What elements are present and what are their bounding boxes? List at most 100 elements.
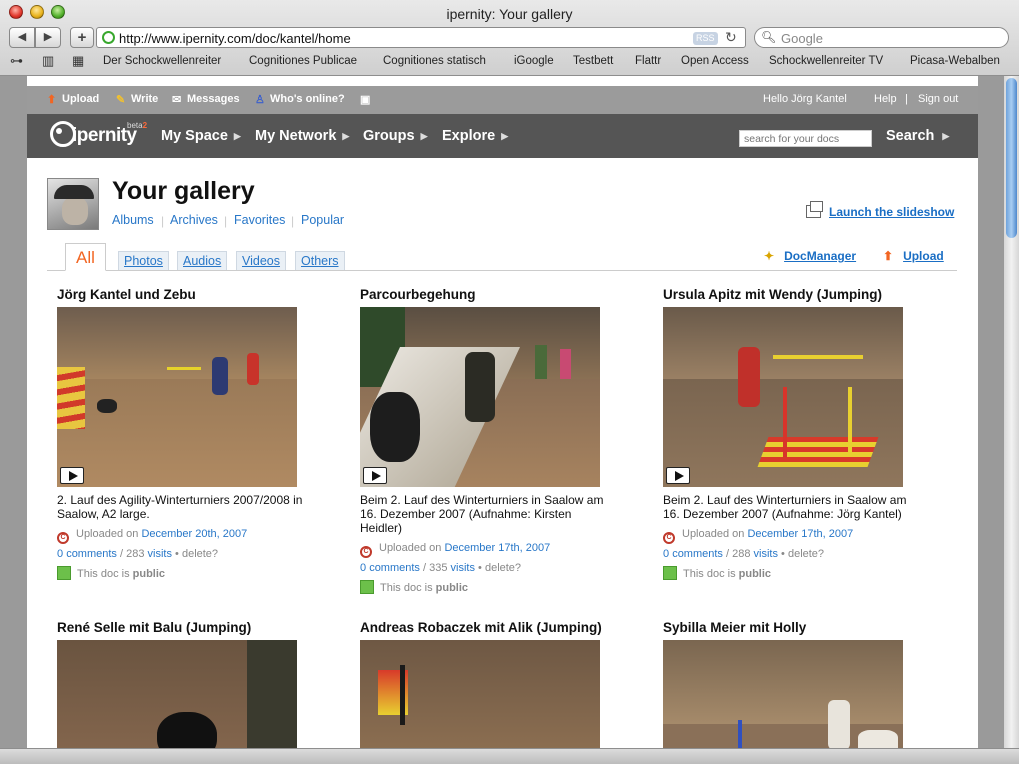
separator: | xyxy=(291,214,295,228)
doc-search-input[interactable] xyxy=(739,130,872,147)
visibility-info: This doc is public xyxy=(663,566,913,580)
sign-out-link[interactable]: Sign out xyxy=(918,93,958,105)
pencil-icon: ✎ xyxy=(116,94,126,106)
bookmark-item[interactable]: Schockwellenreiter TV xyxy=(769,55,883,67)
tab-photos[interactable]: Photos xyxy=(118,251,169,270)
ipernity-logo[interactable]: ipernity beta2 xyxy=(47,118,147,156)
video-thumbnail[interactable] xyxy=(663,307,903,487)
copyright-icon: C xyxy=(360,546,372,558)
doc-title[interactable]: Parcourbegehung xyxy=(360,287,610,303)
doc-title[interactable]: Jörg Kantel und Zebu xyxy=(57,287,307,303)
video-thumbnail[interactable] xyxy=(360,307,600,487)
bookmark-item[interactable]: Der Schockwellenreiter xyxy=(103,55,221,67)
archives-link[interactable]: Archives xyxy=(170,213,218,227)
delete-link[interactable]: delete? xyxy=(182,548,218,560)
upload-doc-link[interactable]: ⬆ Upload xyxy=(883,249,944,263)
tab-audios[interactable]: Audios xyxy=(177,251,228,270)
magic-wand-icon: ✦ xyxy=(764,249,775,263)
slideshow-link[interactable]: Launch the slideshow xyxy=(806,201,955,219)
add-bookmark-icon[interactable]: + xyxy=(70,27,94,48)
nav-groups[interactable]: Groups ▶ xyxy=(363,128,427,144)
search-button[interactable]: Search ▶ xyxy=(886,128,949,144)
beta-badge: beta2 xyxy=(127,121,148,130)
upload-date-link[interactable]: December 17th, 2007 xyxy=(747,528,853,540)
doc-title[interactable]: Ursula Apitz mit Wendy (Jumping) xyxy=(663,287,913,303)
bookmark-item[interactable]: Flattr xyxy=(635,55,661,67)
reading-glasses-icon[interactable]: ⊶ xyxy=(10,53,23,69)
write-link[interactable]: ✎ Write xyxy=(116,93,158,106)
doc-title[interactable]: Andreas Robaczek mit Alik (Jumping) xyxy=(360,620,610,636)
back-button[interactable]: ◀ xyxy=(9,27,35,48)
comments-link[interactable]: 0 comments xyxy=(360,562,420,574)
nav-explore[interactable]: Explore ▶ xyxy=(442,128,508,144)
delete-link[interactable]: delete? xyxy=(788,548,824,560)
slideshow-label: Launch the slideshow xyxy=(829,205,955,219)
grid-icon[interactable]: ▦ xyxy=(72,53,84,69)
page-title: Your gallery xyxy=(112,177,255,205)
bookmark-item[interactable]: Cognitiones statisch xyxy=(383,55,486,67)
play-icon[interactable] xyxy=(363,467,387,484)
reload-icon[interactable]: ↻ xyxy=(725,29,737,46)
comments-link[interactable]: 0 comments xyxy=(663,548,723,560)
doc-stats: 0 comments / 335 visits • delete? xyxy=(360,562,522,574)
visits-link[interactable]: visits xyxy=(451,562,475,574)
video-thumbnail[interactable] xyxy=(663,640,903,748)
visibility-info: This doc is public xyxy=(360,580,610,594)
video-thumbnail[interactable] xyxy=(57,307,297,487)
whos-online-label: Who's online? xyxy=(270,93,345,105)
doc-title[interactable]: Sybilla Meier mit Holly xyxy=(663,620,913,636)
doc-title[interactable]: René Selle mit Balu (Jumping) xyxy=(57,620,307,636)
bookmark-item[interactable]: Picasa-Webalben xyxy=(910,55,1000,67)
upload-date-link[interactable]: December 17th, 2007 xyxy=(444,542,550,554)
open-book-icon[interactable]: ▥ xyxy=(42,53,54,69)
greeting-text: Hello Jörg Kantel xyxy=(763,93,847,105)
docmanager-label: DocManager xyxy=(784,249,857,263)
comments-link[interactable]: 0 comments xyxy=(57,548,117,560)
avatar[interactable] xyxy=(47,178,99,230)
browser-search-field[interactable]: 🔍︎ Google xyxy=(754,27,1009,48)
nav-my-space[interactable]: My Space ▶ xyxy=(161,128,241,144)
tab-others[interactable]: Others xyxy=(295,251,345,270)
bookmarks-bar: ⊶ ▥ ▦ Der Schockwellenreiter Cognitiones… xyxy=(0,50,1019,72)
video-thumbnail[interactable] xyxy=(360,640,600,748)
favorites-link[interactable]: Favorites xyxy=(234,213,285,227)
address-bar[interactable]: http://www.ipernity.com/doc/kantel/home … xyxy=(96,27,746,48)
popular-link[interactable]: Popular xyxy=(301,213,344,227)
bookmark-item[interactable]: Testbett xyxy=(573,55,613,67)
bookmark-item[interactable]: Open Access xyxy=(681,55,749,67)
copyright-icon: C xyxy=(57,532,69,544)
bookmark-item[interactable]: Cognitiones Publicae xyxy=(249,55,357,67)
main-nav: ipernity beta2 My Space ▶ My Network ▶ Gro… xyxy=(27,114,978,158)
video-thumbnail[interactable] xyxy=(57,640,297,748)
play-icon[interactable] xyxy=(60,467,84,484)
tab-all[interactable]: All xyxy=(65,243,106,271)
address-text[interactable]: http://www.ipernity.com/doc/kantel/home xyxy=(119,31,351,46)
play-icon[interactable] xyxy=(666,467,690,484)
bookmark-item[interactable]: iGoogle xyxy=(514,55,554,67)
webpage: ⬆ Upload ✎ Write ✉ Messages ♙ Who's online? … xyxy=(27,76,978,748)
visits-link[interactable]: visits xyxy=(754,548,778,560)
person-icon: ♙ xyxy=(255,94,265,106)
whos-online-link[interactable]: ♙ Who's online? xyxy=(255,93,345,106)
delete-link[interactable]: delete? xyxy=(485,562,521,574)
docmanager-link[interactable]: ✦ DocManager xyxy=(764,249,856,263)
nav-my-network[interactable]: My Network ▶ xyxy=(255,128,349,144)
public-status-icon xyxy=(360,580,374,594)
help-link[interactable]: Help xyxy=(874,93,897,105)
messages-link[interactable]: ✉ Messages xyxy=(172,93,240,106)
forward-button[interactable]: ▶ xyxy=(35,27,61,48)
doc-description: 2. Lauf des Agility-Winterturniers 2007/… xyxy=(57,493,303,521)
upload-date-link[interactable]: December 20th, 2007 xyxy=(141,528,247,540)
rss-badge[interactable]: RSS xyxy=(693,32,718,45)
screen-icon[interactable]: ▣ xyxy=(360,93,370,106)
status-bar xyxy=(0,748,1019,764)
tab-videos[interactable]: Videos xyxy=(236,251,286,270)
chevron-right-icon: ▶ xyxy=(233,131,241,141)
upload-link[interactable]: ⬆ Upload xyxy=(47,93,99,106)
visits-link[interactable]: visits xyxy=(148,548,172,560)
vertical-scrollbar[interactable] xyxy=(1003,76,1019,748)
scrollbar-thumb[interactable] xyxy=(1006,78,1017,238)
doc-stats: 0 comments / 283 visits • delete? xyxy=(57,548,219,560)
upload-info: C Uploaded on December 17th, 2007 xyxy=(360,542,610,558)
albums-link[interactable]: Albums xyxy=(112,213,154,227)
